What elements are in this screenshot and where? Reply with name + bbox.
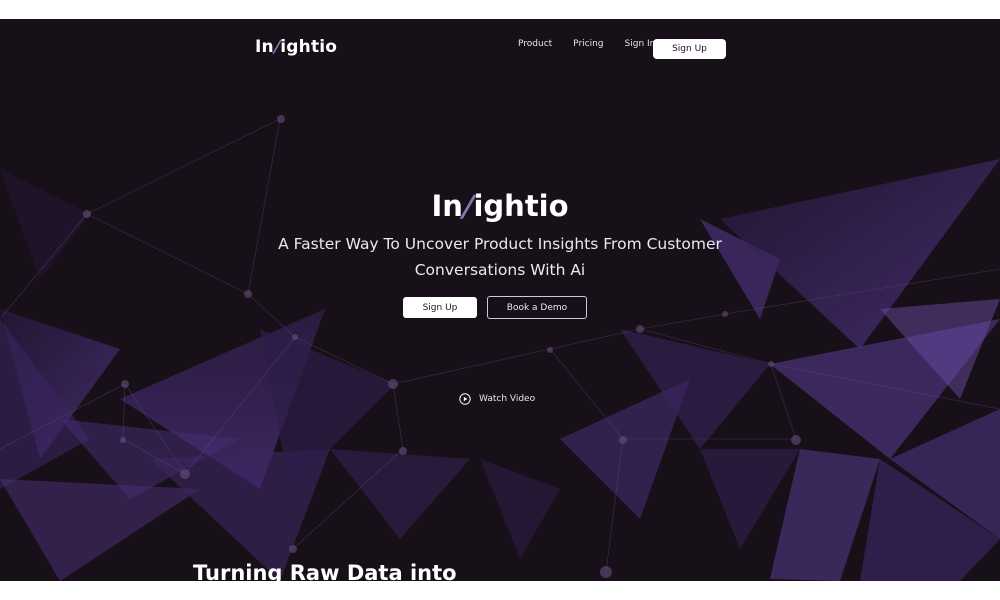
landing-page: In/ightio Product Pricing Sign In Sign U… xyxy=(0,19,1000,581)
hero-subtitle: A Faster Way To Uncover Product Insights… xyxy=(278,235,722,279)
hero-sign-up-button[interactable]: Sign Up xyxy=(403,297,477,318)
nav-link-pricing[interactable]: Pricing xyxy=(573,39,603,49)
brand-logo[interactable]: In/ightio xyxy=(255,37,337,57)
watch-video-link[interactable]: Watch Video xyxy=(459,393,535,405)
section-heading: Turning Raw Data into xyxy=(193,561,457,581)
logo-text-suffix: ightio xyxy=(280,37,338,57)
hero-title-prefix: In xyxy=(431,189,463,223)
nav-sign-up-button[interactable]: Sign Up xyxy=(653,39,726,59)
top-navigation: In/ightio Product Pricing Sign In Sign U… xyxy=(0,19,1000,79)
nav-link-product[interactable]: Product xyxy=(518,39,552,49)
hero-title: In/ightio xyxy=(0,189,1000,223)
nav-link-sign-in[interactable]: Sign In xyxy=(625,39,656,49)
watch-video-label: Watch Video xyxy=(479,394,536,404)
play-circle-icon xyxy=(459,393,471,405)
book-demo-button[interactable]: Book a Demo xyxy=(487,296,587,319)
hero-title-suffix: ightio xyxy=(473,189,569,223)
